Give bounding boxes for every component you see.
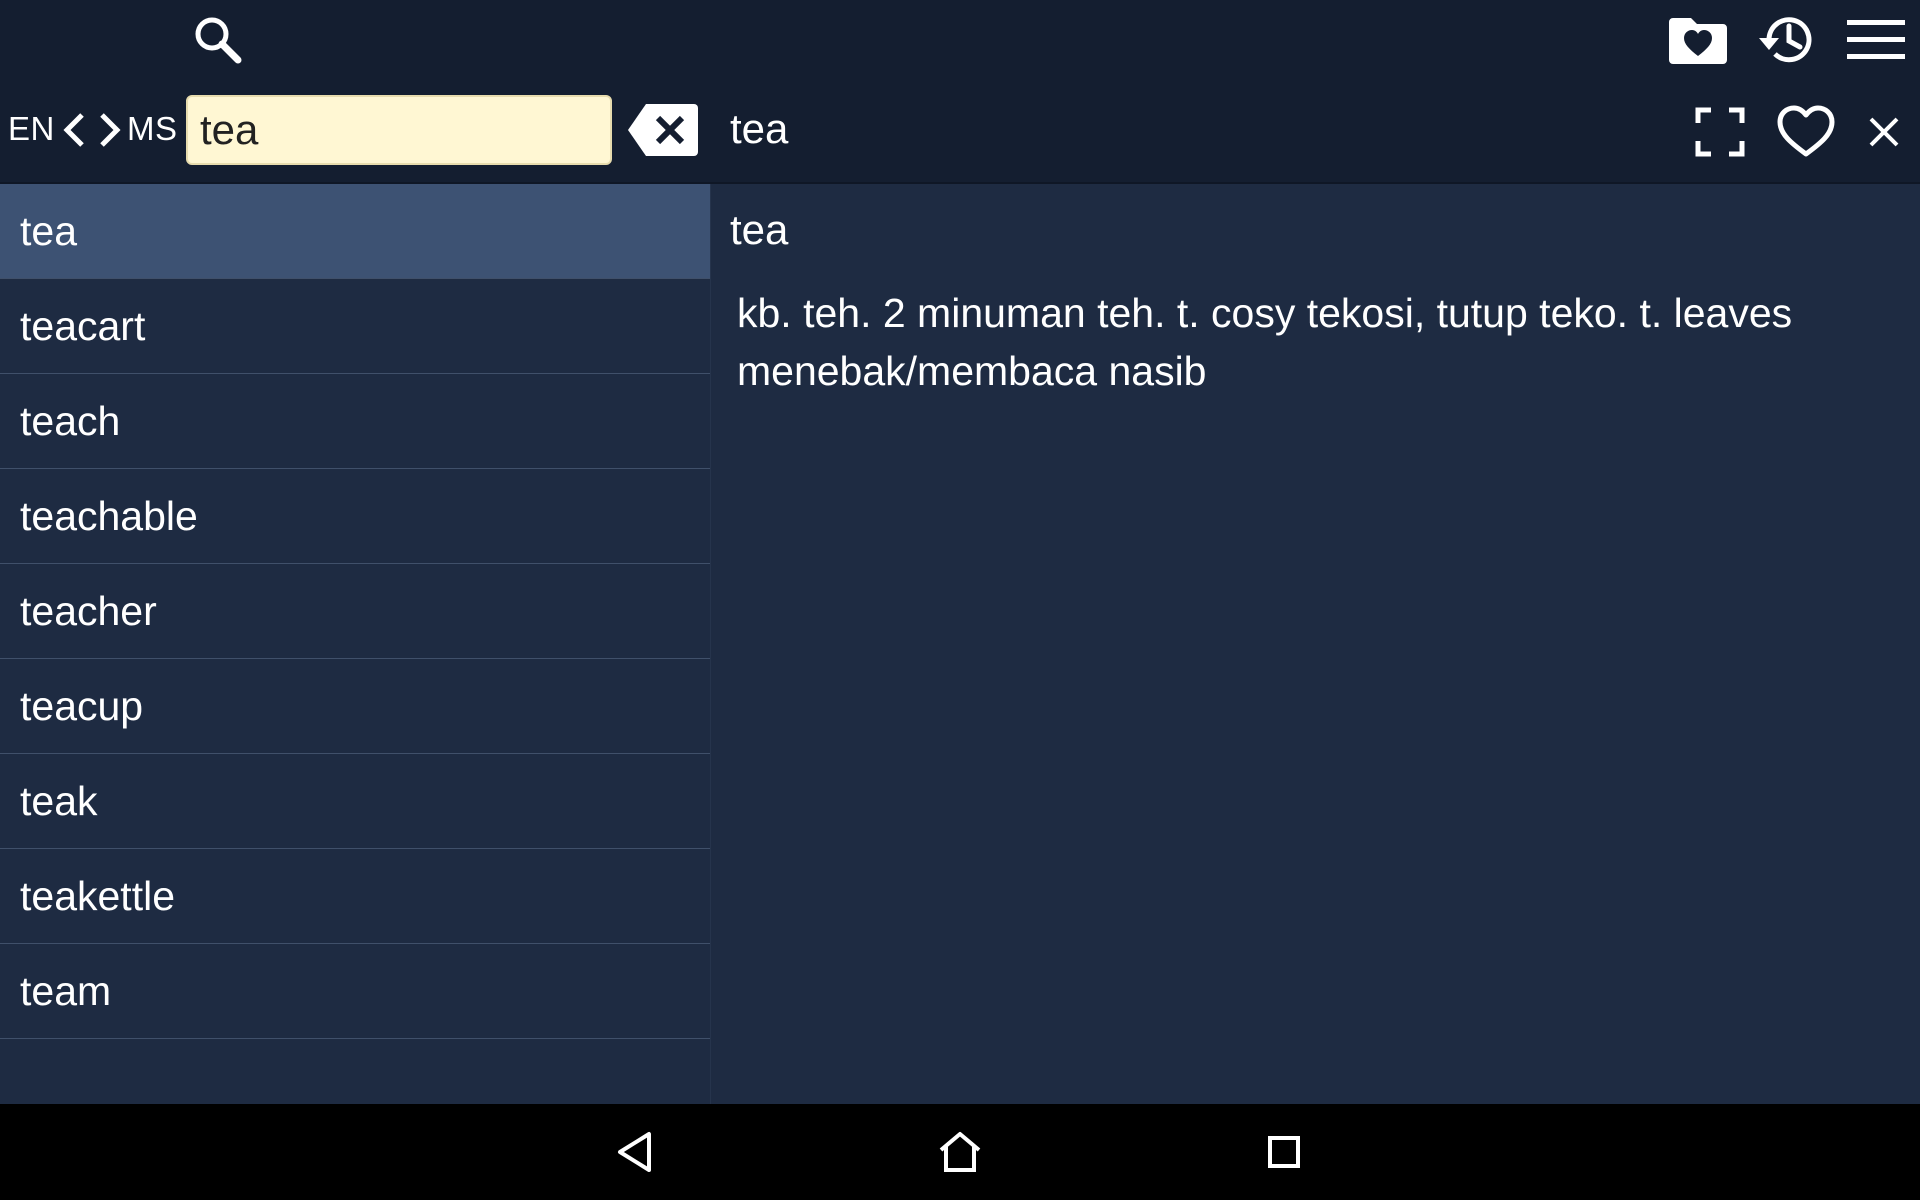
menu-icon[interactable] [1844,8,1908,72]
close-icon[interactable] [1852,100,1916,164]
list-item[interactable]: teachable [0,469,710,564]
definition-text: kb. teh. 2 minuman teh. t. cosy tekosi, … [737,290,1793,394]
list-item[interactable]: tea [0,184,710,279]
top-toolbar [0,0,1920,80]
recents-icon[interactable] [1254,1122,1314,1182]
list-item[interactable]: teach [0,374,710,469]
system-navigation-bar [0,1104,1920,1200]
backspace-clear-icon[interactable] [626,102,700,158]
home-icon[interactable] [930,1122,990,1182]
history-icon[interactable] [1754,8,1818,72]
back-icon[interactable] [605,1122,665,1182]
list-item[interactable]: teacher [0,564,710,659]
word-list: tea teacart teach teachable teacher teac… [0,184,711,1104]
favorites-folder-icon[interactable] [1666,8,1730,72]
search-bar: EN MS tea [0,80,1920,184]
chevron-right-icon[interactable] [94,108,126,152]
search-input[interactable] [186,95,612,165]
chevron-left-icon[interactable] [58,108,90,152]
source-language-label[interactable]: EN [8,110,55,148]
list-item[interactable]: teacart [0,279,710,374]
list-item[interactable]: teacup [0,659,710,754]
list-item[interactable]: teak [0,754,710,849]
search-icon[interactable] [186,8,250,72]
heart-icon[interactable] [1774,100,1838,164]
list-item[interactable]: team [0,944,710,1039]
definition-headword: tea [730,206,789,253]
header-word: tea [730,105,789,152]
target-language-label[interactable]: MS [127,110,178,148]
definition-pane: tea kb. teh. 2 minuman teh. t. cosy teko… [712,184,1920,1104]
list-item[interactable]: teakettle [0,849,710,944]
fullscreen-icon[interactable] [1688,100,1752,164]
